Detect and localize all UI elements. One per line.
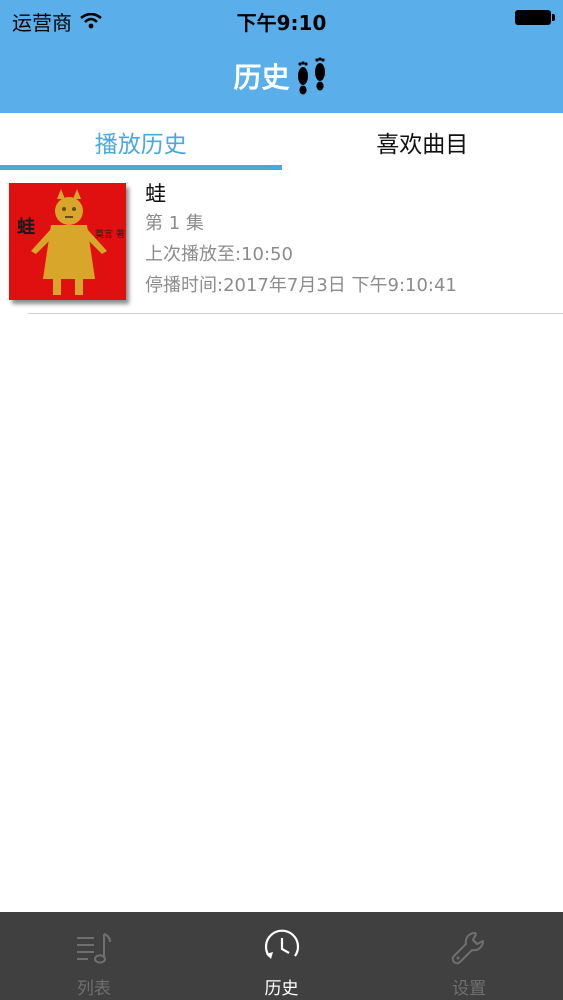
row-divider bbox=[28, 313, 563, 314]
tabbar-item-settings[interactable]: 设置 bbox=[375, 912, 563, 1000]
page-title: 历史 bbox=[233, 61, 290, 94]
tab-label: 播放历史 bbox=[94, 131, 187, 158]
tabbar-item-history[interactable]: 历史 bbox=[188, 912, 376, 1000]
nav-title: 历史 bbox=[0, 54, 563, 98]
stop-time: 停播时间:2017年7月3日 下午9:10:41 bbox=[145, 275, 457, 296]
top-bar: 运营商 下午9:10 历史 bbox=[0, 0, 563, 113]
tab-favorite-tracks[interactable]: 喜欢曲目 bbox=[282, 113, 563, 170]
cover-author: 莫言 著 bbox=[95, 230, 125, 240]
tabbar-label: 设置 bbox=[452, 979, 487, 999]
tabbar-label: 列表 bbox=[76, 979, 111, 999]
episode-label: 第 1 集 bbox=[145, 213, 204, 234]
clock-icon bbox=[264, 929, 299, 959]
tab-play-history[interactable]: 播放历史 bbox=[0, 113, 282, 170]
tabbar-label: 历史 bbox=[264, 979, 299, 999]
tab-bar: 列表 历史 设置 bbox=[0, 912, 563, 1000]
tab-label: 喜欢曲目 bbox=[376, 131, 469, 158]
status-bar: 运营商 下午9:10 bbox=[0, 0, 563, 38]
track-title: 蛙 bbox=[145, 182, 166, 206]
album-cover: 蛙 莫言 著 bbox=[9, 183, 126, 300]
wrench-icon bbox=[451, 931, 485, 965]
cover-title: 蛙 bbox=[17, 217, 35, 238]
footprints-icon bbox=[297, 57, 325, 95]
history-info: 蛙 第 1 集 上次播放至:10:50 停播时间:2017年7月3日 下午9:1… bbox=[145, 180, 457, 301]
last-played: 上次播放至:10:50 bbox=[145, 244, 293, 265]
tabbar-item-list[interactable]: 列表 bbox=[0, 912, 188, 1000]
history-row[interactable]: 蛙 莫言 著 蛙 第 1 集 上次播放至:10:50 停播时间:2017年7月3… bbox=[0, 170, 563, 314]
figure-illustration bbox=[31, 189, 107, 295]
battery-icon bbox=[515, 10, 555, 25]
music-list-icon bbox=[76, 933, 111, 964]
segment-tabs: 播放历史 喜欢曲目 bbox=[0, 113, 563, 170]
status-time: 下午9:10 bbox=[236, 11, 327, 35]
